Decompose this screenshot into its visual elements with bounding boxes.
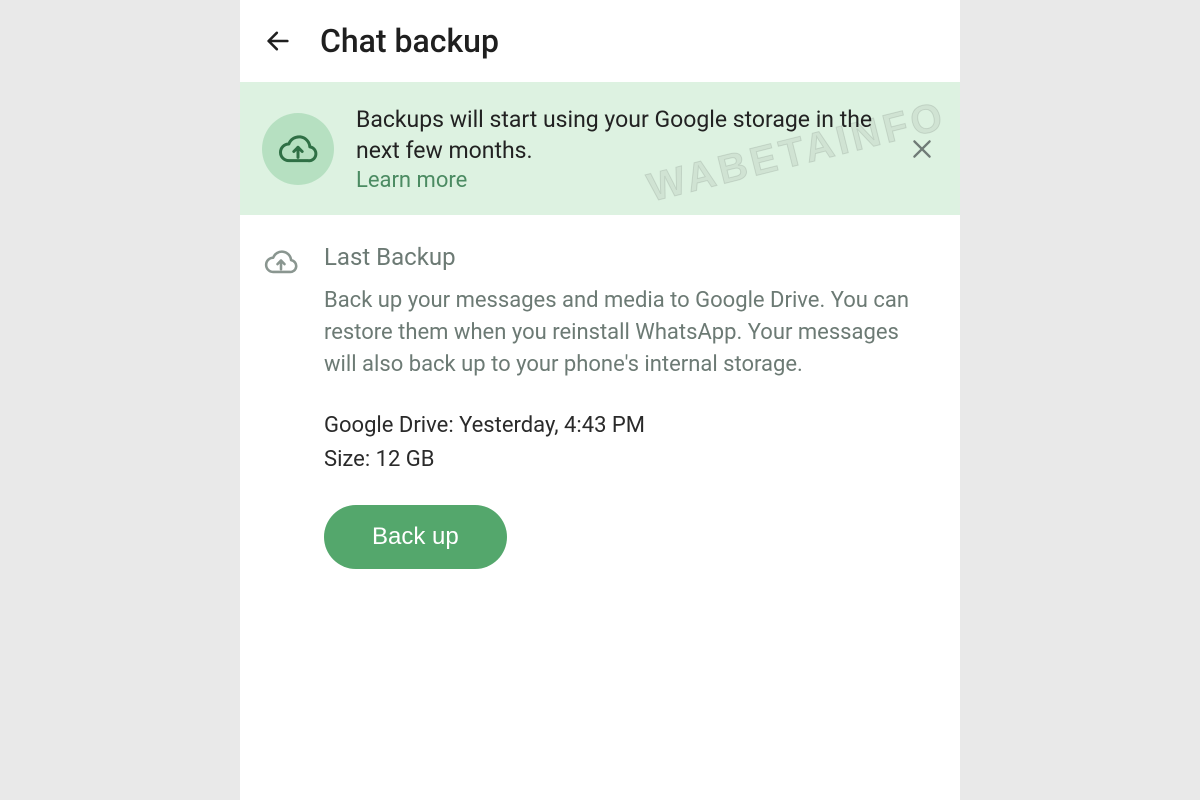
backup-size: Size: 12 GB — [324, 443, 926, 477]
last-backup-title: Last Backup — [324, 243, 926, 271]
backup-metadata: Google Drive: Yesterday, 4:43 PM Size: 1… — [324, 409, 926, 477]
cloud-upload-icon — [262, 113, 334, 185]
cloud-upload-outline-icon — [264, 243, 300, 283]
banner-message: Backups will start using your Google sto… — [356, 104, 880, 166]
learn-more-link[interactable]: Learn more — [356, 168, 467, 193]
chat-backup-screen: WABETAINFO Chat backup Backups will star… — [240, 0, 960, 800]
back-up-button[interactable]: Back up — [324, 505, 507, 569]
last-backup-section: Last Backup Back up your messages and me… — [240, 215, 960, 569]
google-drive-timestamp: Google Drive: Yesterday, 4:43 PM — [324, 409, 926, 443]
page-title: Chat backup — [320, 22, 499, 60]
banner-text-block: Backups will start using your Google sto… — [356, 104, 880, 193]
last-backup-body: Last Backup Back up your messages and me… — [324, 243, 936, 569]
close-icon[interactable] — [902, 129, 942, 169]
app-header: Chat backup — [240, 0, 960, 82]
back-arrow-icon[interactable] — [264, 27, 292, 55]
last-backup-description: Back up your messages and media to Googl… — [324, 285, 926, 381]
storage-notice-banner: Backups will start using your Google sto… — [240, 82, 960, 215]
